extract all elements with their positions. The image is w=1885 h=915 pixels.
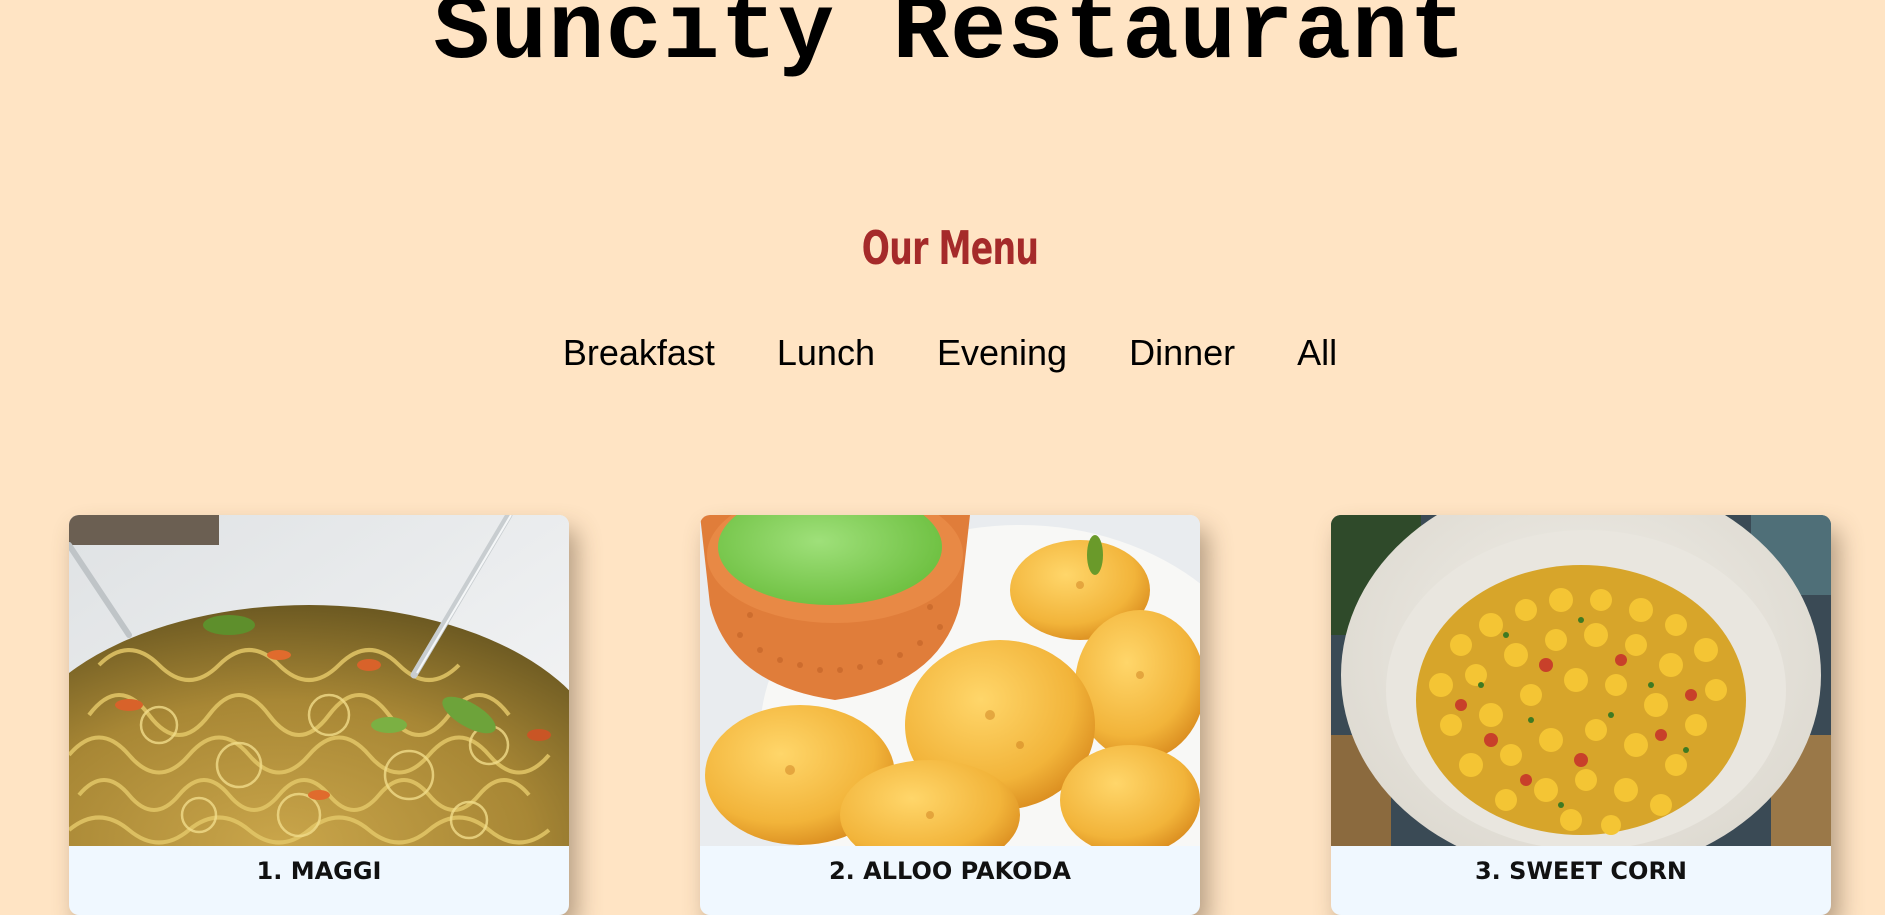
site-title: Suncity Restaurant (433, 0, 1467, 86)
filter-dinner[interactable]: Dinner (1129, 330, 1235, 376)
menu-item-title: 2. ALLOO PAKODA (828, 857, 1071, 885)
menu-card-sweet-corn[interactable]: 3. SWEET CORN (1331, 515, 1831, 915)
menu-card-maggi[interactable]: 1. MAGGI (69, 515, 569, 915)
menu-filter-nav: Breakfast Lunch Evening Dinner All (0, 330, 1885, 376)
filter-breakfast[interactable]: Breakfast (563, 330, 715, 376)
corn-salad-bowl-photo (1331, 515, 1831, 846)
menu-heading: Our Menu (861, 221, 1039, 275)
filter-lunch[interactable]: Lunch (777, 330, 875, 376)
menu-item-title: 1. MAGGI (256, 857, 382, 885)
menu-item-title: 3. SWEET CORN (1474, 857, 1688, 885)
filter-all[interactable]: All (1297, 330, 1337, 376)
pakoda-with-chutney-photo (700, 515, 1200, 846)
menu-card-alloo-pakoda[interactable]: 2. ALLOO PAKODA (700, 515, 1200, 915)
noodles-photo (69, 515, 569, 846)
filter-evening[interactable]: Evening (937, 330, 1067, 376)
